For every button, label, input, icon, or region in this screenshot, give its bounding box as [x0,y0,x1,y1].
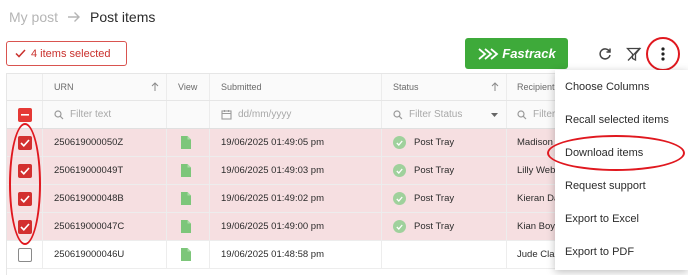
row-select-cell [7,213,43,240]
view-cell [167,213,210,240]
fastrack-label: Fastrack [502,46,556,61]
table-row[interactable]: 250619000046U 19/06/2025 01:48:58 pm Jud… [7,241,566,269]
view-cell [167,185,210,212]
urn-filter-input[interactable]: Filter text [43,101,167,128]
row-checkbox[interactable] [17,163,32,178]
submitted-cell: 19/06/2025 01:49:03 pm [210,157,382,184]
more-vertical-icon [661,47,665,61]
submitted-cell: 19/06/2025 01:49:05 pm [210,129,382,156]
view-cell [167,157,210,184]
row-checkbox[interactable] [17,219,32,234]
search-icon [393,109,403,119]
status-cell [382,241,507,268]
check-circle-icon [393,220,406,233]
row-select-cell [7,241,43,268]
column-header-view[interactable]: View [167,74,210,100]
row-select-cell [7,129,43,156]
menu-item-download-items[interactable]: Download items [555,136,688,169]
table-header-row: URN View Submitted Status Recipient [7,73,566,101]
urn-cell: 250619000046U [43,241,167,268]
status-text: Post Tray [414,193,455,204]
search-icon [517,109,527,119]
status-text: Post Tray [414,137,455,148]
view-cell [167,129,210,156]
status-filter-placeholder: Filter Status [409,109,463,120]
breadcrumb-parent-link[interactable]: My post [9,9,58,25]
menu-item-request-support[interactable]: Request support [555,169,688,202]
menu-item-export-excel[interactable]: Export to Excel [555,202,688,235]
fastrack-button[interactable]: Fastrack [465,38,568,69]
column-header-label: Recipient [517,82,555,92]
submitted-filter-placeholder: dd/mm/yyyy [238,109,292,120]
submitted-cell: 19/06/2025 01:49:02 pm [210,185,382,212]
row-select-cell [7,185,43,212]
document-icon[interactable] [181,164,191,177]
status-text: Post Tray [414,165,455,176]
more-menu-button[interactable] [646,37,680,71]
view-filter-cell [167,101,210,128]
row-checkbox[interactable] [17,135,32,150]
check-circle-icon [393,136,406,149]
selected-count-label: 4 items selected [31,47,111,60]
sort-arrow-icon[interactable] [151,82,159,92]
document-icon[interactable] [181,220,191,233]
refresh-icon[interactable] [596,45,614,63]
view-cell [167,241,210,268]
breadcrumb: My post Post items [9,7,155,27]
document-icon[interactable] [181,136,191,149]
column-header-submitted[interactable]: Submitted [210,74,382,100]
menu-item-recall-selected[interactable]: Recall selected items [555,103,688,136]
column-header-urn[interactable]: URN [43,74,167,100]
search-icon [54,109,64,119]
more-actions-menu: Choose Columns Recall selected items Dow… [555,70,688,270]
status-text: Post Tray [414,221,455,232]
column-header-status[interactable]: Status [382,74,507,100]
filter-off-icon[interactable] [625,45,643,63]
table-row[interactable]: 250619000050Z 19/06/2025 01:49:05 pm Pos… [7,129,566,157]
column-header-label: View [178,82,198,92]
row-checkbox[interactable] [17,191,32,206]
selected-count-badge[interactable]: 4 items selected [6,41,127,66]
status-cell: Post Tray [382,213,507,240]
document-icon[interactable] [181,248,191,261]
table-row[interactable]: 250619000048B 19/06/2025 01:49:02 pm Pos… [7,185,566,213]
select-all-checkbox[interactable] [17,107,32,122]
check-icon [15,49,26,58]
row-checkbox[interactable] [17,247,32,262]
select-col-header [7,74,43,100]
urn-cell: 250619000049T [43,157,167,184]
table-row[interactable]: 250619000047C 19/06/2025 01:49:00 pm Pos… [7,213,566,241]
table-row[interactable]: 250619000049T 19/06/2025 01:49:03 pm Pos… [7,157,566,185]
urn-cell: 250619000047C [43,213,167,240]
table-filter-row: Filter text dd/mm/yyyy Filter Status Fil… [7,101,566,129]
submitted-cell: 19/06/2025 01:48:58 pm [210,241,382,268]
arrow-right-icon [67,11,81,23]
select-all-cell [7,101,43,128]
menu-item-export-pdf[interactable]: Export to PDF [555,235,688,268]
recipient-filter-placeholder: Filter [533,109,556,120]
page-title: Post items [90,9,156,25]
check-circle-icon [393,164,406,177]
column-header-label: Submitted [221,82,262,92]
status-cell: Post Tray [382,185,507,212]
submitted-cell: 19/06/2025 01:49:00 pm [210,213,382,240]
submitted-filter-input[interactable]: dd/mm/yyyy [210,101,382,128]
calendar-icon [221,110,232,120]
status-cell: Post Tray [382,129,507,156]
sort-arrow-icon[interactable] [491,82,499,92]
row-select-cell [7,157,43,184]
document-icon[interactable] [181,192,191,205]
check-circle-icon [393,192,406,205]
column-header-label: URN [54,82,74,92]
fastrack-logo-icon [478,47,499,60]
urn-filter-placeholder: Filter text [70,109,112,120]
urn-cell: 250619000048B [43,185,167,212]
column-header-label: Status [393,82,419,92]
chevron-down-icon [491,113,498,117]
status-cell: Post Tray [382,157,507,184]
status-filter-select[interactable]: Filter Status [382,101,507,128]
menu-item-choose-columns[interactable]: Choose Columns [555,70,688,103]
urn-cell: 250619000050Z [43,129,167,156]
post-items-table: URN View Submitted Status Recipient Filt… [6,73,566,275]
